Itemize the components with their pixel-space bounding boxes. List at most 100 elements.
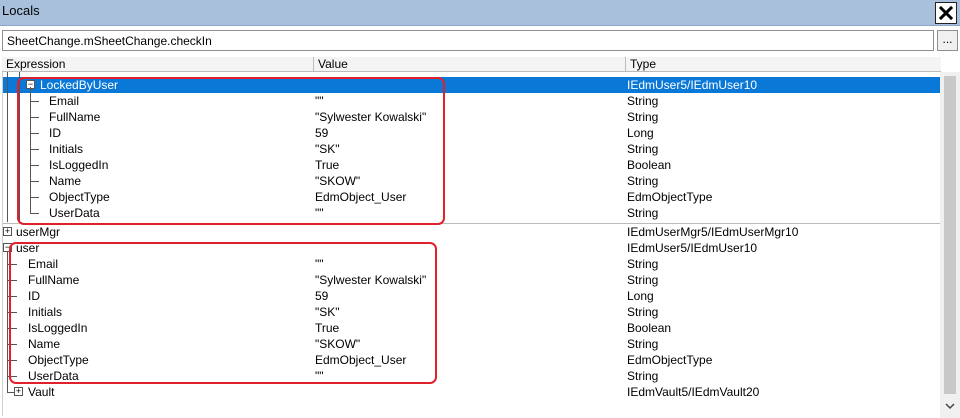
- tree-connector: [7, 344, 17, 345]
- expression-label: IsLoggedIn: [28, 321, 88, 335]
- table-row[interactable]: Email "" String: [3, 256, 941, 272]
- tree-guide: [7, 72, 8, 222]
- expression-label: FullName: [49, 110, 101, 124]
- tree-connector: [30, 197, 39, 198]
- type-cell: IEdmUser5/IEdmUser10: [627, 78, 758, 92]
- value-cell: "Sylwester Kowalski": [315, 273, 427, 287]
- tree-guide: [30, 87, 31, 213]
- type-cell: EdmObjectType: [627, 353, 713, 367]
- close-button[interactable]: [935, 2, 957, 24]
- window-title: Locals: [2, 3, 40, 18]
- type-cell: IEdmUserMgr5/IEdmUserMgr10: [627, 225, 799, 239]
- tree-connector: [30, 101, 39, 102]
- scrollbar-thumb[interactable]: [944, 76, 956, 394]
- expression-label: UserData: [49, 206, 100, 220]
- tree-guide: [19, 72, 20, 222]
- value-cell: "": [315, 206, 324, 220]
- table-row-vault[interactable]: + Vault IEdmVault5/IEdmVault20: [3, 384, 941, 400]
- expression-label: Email: [49, 94, 80, 108]
- table-row-lockedbyuser[interactable]: − LockedByUser IEdmUser5/IEdmUser10: [3, 77, 941, 93]
- expression-label: ID: [49, 126, 61, 140]
- type-cell: String: [627, 174, 659, 188]
- table-row-usermgr[interactable]: + userMgr IEdmUserMgr5/IEdmUserMgr10: [3, 224, 941, 240]
- expression-label: LockedByUser: [40, 78, 119, 92]
- call-stack-button[interactable]: ...: [937, 30, 958, 51]
- table-row[interactable]: Name "SKOW" String: [3, 173, 941, 189]
- tree-connector: [30, 213, 39, 214]
- value-cell: EdmObject_User: [315, 353, 407, 367]
- context-row: SheetChange.mSheetChange.checkIn ...: [0, 29, 960, 53]
- table-row[interactable]: ObjectType EdmObject_User EdmObjectType: [3, 352, 941, 368]
- value-cell: "": [315, 369, 324, 383]
- table-row[interactable]: IsLoggedIn True Boolean: [3, 157, 941, 173]
- expression-label: Name: [49, 174, 82, 188]
- scroll-down-button[interactable]: [943, 398, 957, 414]
- locals-grid: − LockedByUser IEdmUser5/IEdmUser10 Emai…: [2, 72, 941, 416]
- table-row[interactable]: FullName "Sylwester Kowalski" String: [3, 272, 941, 288]
- tree-connector: [7, 328, 17, 329]
- column-headers: Expression Value Type: [2, 57, 941, 72]
- type-cell: Boolean: [627, 158, 672, 172]
- table-row[interactable]: Email "" String: [3, 93, 941, 109]
- type-cell: Long: [627, 126, 654, 140]
- vertical-scrollbar[interactable]: [940, 72, 960, 418]
- type-cell: String: [627, 305, 659, 319]
- plus-box-icon[interactable]: +: [14, 387, 23, 396]
- expression-label: user: [16, 241, 40, 255]
- value-cell: EdmObject_User: [315, 190, 407, 204]
- minus-box-icon[interactable]: −: [3, 243, 12, 252]
- header-expression[interactable]: Expression: [2, 57, 314, 72]
- tree-connector: [30, 133, 39, 134]
- value-cell: "": [315, 257, 324, 271]
- table-row[interactable]: Initials "SK" String: [3, 141, 941, 157]
- expression-label: Initials: [28, 305, 63, 319]
- tree-connector: [30, 165, 39, 166]
- table-row[interactable]: Name "SKOW" String: [3, 336, 941, 352]
- table-row[interactable]: UserData "" String: [3, 205, 941, 221]
- tree-connector: [7, 312, 17, 313]
- tree-connector: [7, 376, 17, 377]
- expression-label: Email: [28, 257, 59, 271]
- header-value[interactable]: Value: [314, 57, 626, 72]
- value-cell: "SK": [315, 142, 340, 156]
- value-cell: "": [315, 94, 324, 108]
- table-row[interactable]: ID 59 Long: [3, 288, 941, 304]
- tree-connector: [7, 296, 17, 297]
- type-cell: String: [627, 94, 659, 108]
- value-cell: 59: [315, 126, 329, 140]
- expression-label: ID: [28, 289, 40, 303]
- value-cell: 59: [315, 289, 329, 303]
- type-cell: String: [627, 142, 659, 156]
- value-cell: "SK": [315, 305, 340, 319]
- type-cell: Boolean: [627, 321, 672, 335]
- expression-label: Name: [28, 337, 61, 351]
- type-cell: IEdmVault5/IEdmVault20: [627, 385, 760, 399]
- table-row[interactable]: FullName "Sylwester Kowalski" String: [3, 109, 941, 125]
- value-cell: True: [315, 321, 340, 335]
- expression-label: FullName: [28, 273, 80, 287]
- header-type[interactable]: Type: [626, 57, 941, 72]
- expression-label: Vault: [28, 385, 55, 399]
- context-field[interactable]: SheetChange.mSheetChange.checkIn: [2, 30, 934, 51]
- chevron-down-icon: [945, 403, 955, 410]
- type-cell: IEdmUser5/IEdmUser10: [627, 241, 758, 255]
- type-cell: EdmObjectType: [627, 190, 713, 204]
- close-icon: [939, 6, 953, 20]
- table-row[interactable]: ID 59 Long: [3, 125, 941, 141]
- plus-box-icon[interactable]: +: [3, 227, 12, 236]
- value-cell: True: [315, 158, 340, 172]
- tree-connector: [30, 149, 39, 150]
- type-cell: String: [627, 369, 659, 383]
- type-cell: String: [627, 337, 659, 351]
- table-row[interactable]: Initials "SK" String: [3, 304, 941, 320]
- table-row[interactable]: UserData "" String: [3, 368, 941, 384]
- window-titlebar: Locals: [0, 0, 960, 26]
- type-cell: String: [627, 273, 659, 287]
- type-cell: Long: [627, 289, 654, 303]
- type-cell: String: [627, 257, 659, 271]
- table-row-user[interactable]: − user IEdmUser5/IEdmUser10: [3, 240, 941, 256]
- table-row[interactable]: IsLoggedIn True Boolean: [3, 320, 941, 336]
- expression-label: IsLoggedIn: [49, 158, 109, 172]
- expression-label: ObjectType: [28, 353, 89, 367]
- table-row[interactable]: ObjectType EdmObject_User EdmObjectType: [3, 189, 941, 205]
